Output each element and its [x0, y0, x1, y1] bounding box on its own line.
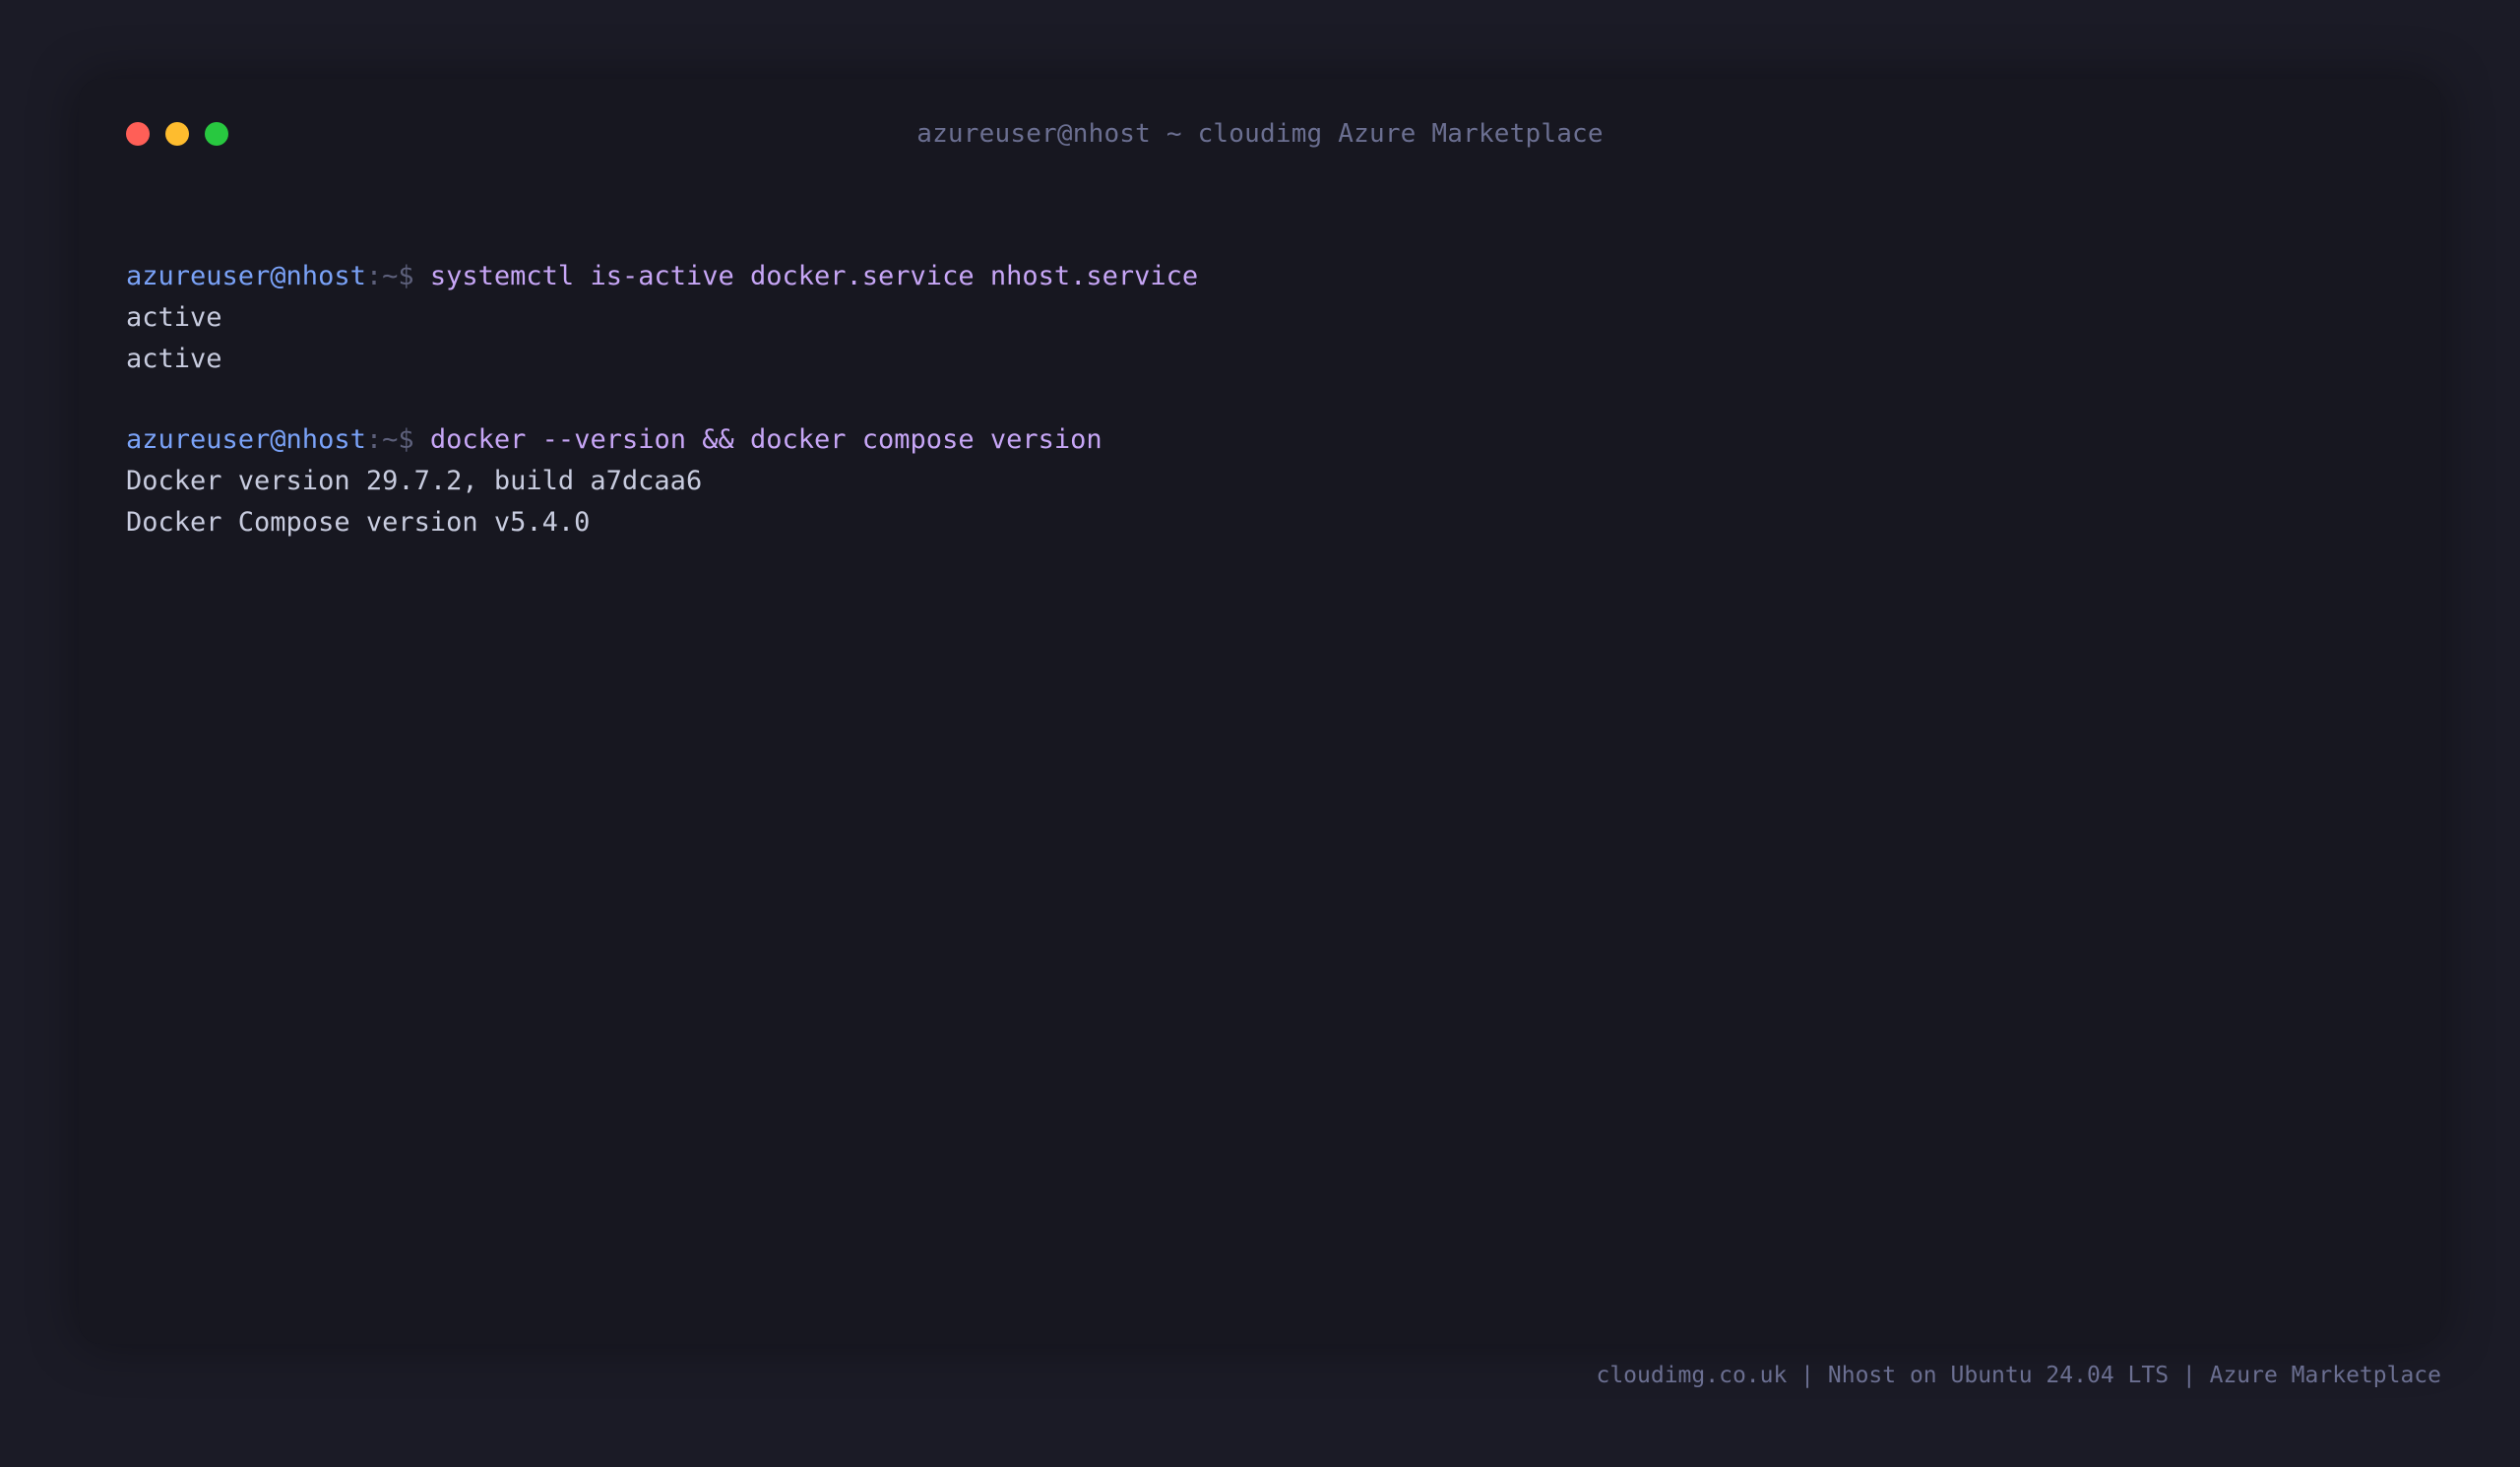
- command-line: azureuser@nhost:~$ docker --version && d…: [126, 419, 2394, 461]
- command-text: docker --version && docker compose versi…: [429, 424, 1102, 455]
- prompt-path: :~$: [365, 424, 414, 455]
- prompt-user: azureuser@nhost: [126, 261, 366, 291]
- terminal-output-area[interactable]: azureuser@nhost:~$ systemctl is-active d…: [126, 256, 2394, 543]
- title-bar: azureuser@nhost ~ cloudimg Azure Marketp…: [79, 79, 2441, 187]
- footer-caption: cloudimg.co.uk | Nhost on Ubuntu 24.04 L…: [1596, 1363, 2441, 1388]
- output-line: Docker version 29.7.2, build a7dcaa6: [126, 466, 703, 496]
- output-line: active: [126, 302, 222, 333]
- output-line: Docker Compose version v5.4.0: [126, 507, 591, 538]
- command-line: azureuser@nhost:~$ systemctl is-active d…: [126, 256, 2394, 297]
- prompt-user: azureuser@nhost: [126, 424, 366, 455]
- command-text: systemctl is-active docker.service nhost…: [429, 261, 1199, 291]
- terminal-window: azureuser@nhost ~ cloudimg Azure Marketp…: [79, 79, 2441, 1344]
- prompt-path: :~$: [365, 261, 414, 291]
- window-title: azureuser@nhost ~ cloudimg Azure Marketp…: [916, 119, 1604, 149]
- output-line: active: [126, 344, 222, 374]
